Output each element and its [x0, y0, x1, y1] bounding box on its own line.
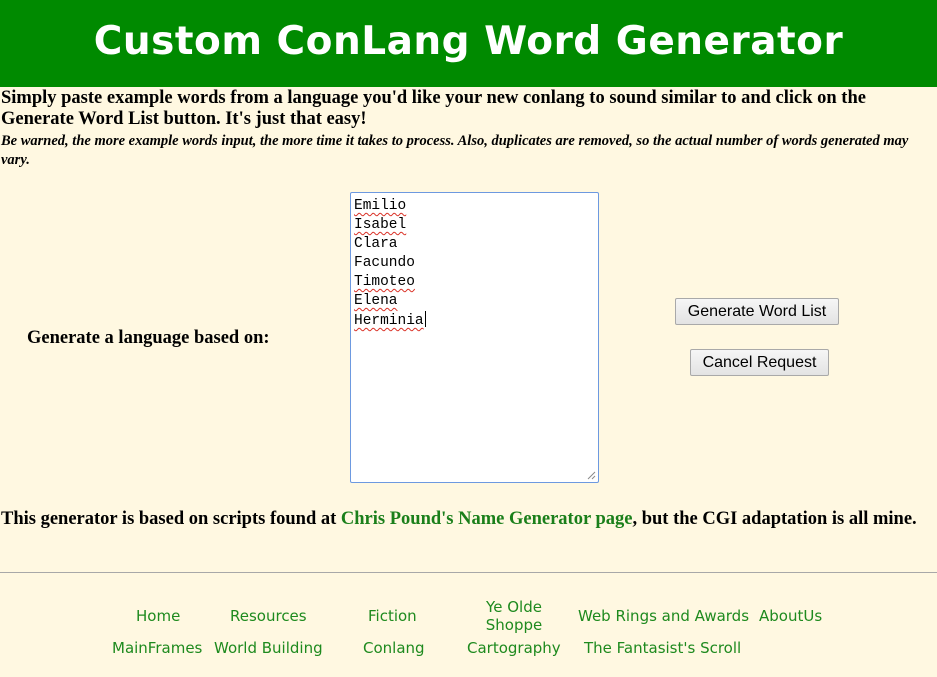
intro-text: Simply paste example words from a langua… [1, 88, 866, 129]
nav-fantasists-scroll[interactable]: The Fantasist's Scroll [584, 639, 741, 657]
site-header: Custom ConLang Word Generator [0, 0, 937, 87]
credit-text: This generator is based on scripts found… [1, 509, 917, 529]
nav-web-rings-awards[interactable]: Web Rings and Awards [578, 607, 749, 625]
word-line: Timoteo [354, 274, 415, 290]
generate-word-list-button[interactable]: Generate Word List [675, 298, 839, 325]
word-line: Emilio [354, 198, 407, 214]
nav-ye-olde-shoppe[interactable]: Ye Olde Shoppe [478, 598, 550, 634]
footer-divider [0, 572, 937, 573]
nav-about-us[interactable]: AboutUs [759, 607, 822, 625]
warning-text: Be warned, the more example words input,… [1, 133, 909, 168]
word-line: Facundo [354, 255, 415, 271]
chris-pound-link[interactable]: Chris Pound's Name Generator page [341, 509, 633, 529]
resize-grip-icon[interactable] [586, 470, 596, 480]
nav-conlang[interactable]: Conlang [363, 639, 425, 657]
word-line: Clara [354, 236, 398, 252]
example-words-textarea[interactable]: Emilio Isabel Clara Facundo Timoteo Elen… [350, 192, 599, 483]
word-line: Herminia [354, 311, 426, 329]
nav-mainframes[interactable]: MainFrames [112, 639, 202, 657]
text-caret [424, 311, 426, 327]
page-title: Custom ConLang Word Generator [93, 19, 844, 64]
generate-based-on-label: Generate a language based on: [27, 328, 270, 348]
word-line: Isabel [354, 217, 407, 233]
nav-fiction[interactable]: Fiction [368, 607, 417, 625]
word-line: Elena [354, 293, 398, 309]
nav-home[interactable]: Home [136, 607, 180, 625]
nav-cartography[interactable]: Cartography [467, 639, 561, 657]
nav-resources[interactable]: Resources [230, 607, 307, 625]
cancel-request-button[interactable]: Cancel Request [690, 349, 829, 376]
nav-world-building[interactable]: World Building [214, 639, 323, 657]
